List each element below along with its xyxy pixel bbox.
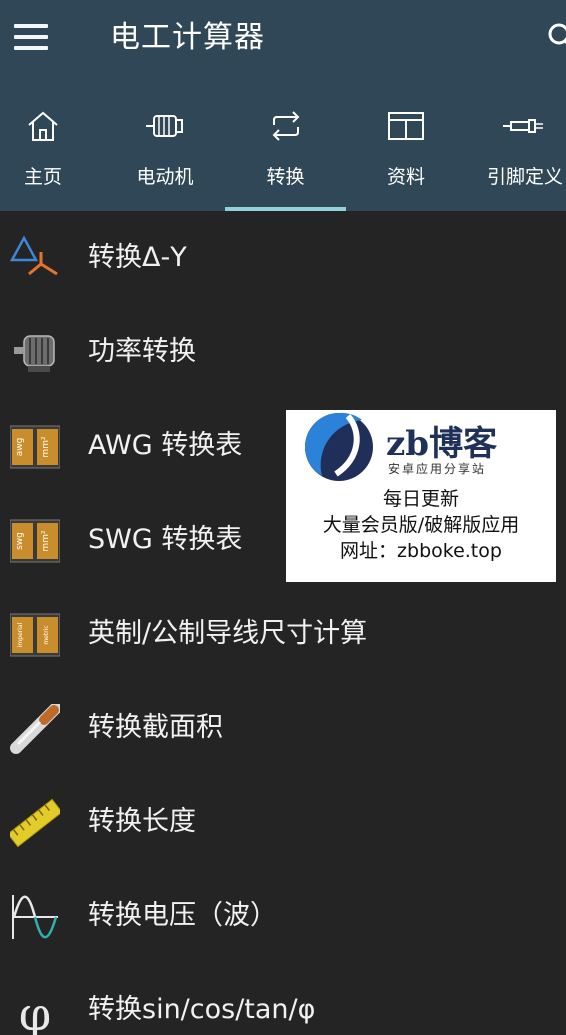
icon-text-mm2: mm² — [41, 530, 51, 552]
icon-text-awg: awg — [15, 438, 25, 457]
icon-text-metric: metric — [43, 625, 50, 644]
ruler-icon — [10, 798, 60, 848]
home-icon — [28, 111, 58, 141]
list-item-power[interactable]: 功率转换 — [0, 305, 566, 399]
list-item-label: SWG 转换表 — [88, 524, 243, 555]
sine-wave-icon — [12, 895, 58, 939]
list-item-trig[interactable]: φ 转换sin/cos/tan/φ — [0, 963, 566, 1035]
swg-mm2-icon: swg mm² — [10, 519, 60, 563]
tab-label: 电动机 — [136, 166, 194, 188]
ad-subtitle: 安卓应用分享站 — [388, 462, 487, 476]
awg-mm2-icon: awg mm² — [10, 425, 60, 469]
motor-icon — [146, 115, 183, 137]
list-item-label: 转换电压（波） — [88, 900, 277, 931]
list-item-imperial-metric[interactable]: imperial metric 英制/公制导线尺寸计算 — [0, 587, 566, 681]
list-item-label: 转换截面积 — [88, 712, 223, 743]
phi-icon: φ — [19, 987, 51, 1035]
tab-convert[interactable]: 转换 — [225, 100, 346, 211]
list-item-label: 转换长度 — [88, 806, 196, 837]
list-item-label: 英制/公制导线尺寸计算 — [88, 618, 368, 649]
list-item-delta-star[interactable]: 转换Δ-Y — [0, 211, 566, 305]
list-item-label: 转换sin/cos/tan/φ — [88, 994, 316, 1025]
list-item-cross-section[interactable]: 转换截面积 — [0, 681, 566, 775]
connector-icon — [503, 119, 543, 133]
logo-icon — [305, 412, 373, 481]
ad-line-1: 每日更新 — [382, 488, 459, 510]
ad-brand: zb博客 — [386, 424, 498, 464]
tab-bar: 主页 电动机 转换 资料 引脚定义 — [0, 100, 566, 211]
icon-text-swg: swg — [15, 532, 25, 550]
tab-home[interactable]: 主页 — [0, 100, 86, 211]
watermark-ad-overlay: zb博客 安卓应用分享站 每日更新 大量会员版/破解版应用 网址：zbboke.… — [286, 410, 556, 582]
tab-reference[interactable]: 资料 — [360, 100, 452, 211]
list-item-label: 转换Δ-Y — [88, 242, 187, 273]
search-icon[interactable] — [546, 22, 566, 52]
app-title: 电工计算器 — [110, 20, 265, 55]
list-item-length[interactable]: 转换长度 — [0, 775, 566, 869]
ad-line-3: 网址：zbboke.top — [340, 540, 502, 562]
ad-line-2: 大量会员版/破解版应用 — [322, 514, 520, 536]
motor-photo-icon — [14, 335, 55, 372]
tab-label: 主页 — [23, 166, 62, 188]
cable-icon — [10, 704, 60, 754]
imperial-metric-icon: imperial metric — [10, 613, 60, 657]
tab-motor[interactable]: 电动机 — [113, 100, 217, 211]
tab-label: 转换 — [266, 166, 305, 188]
list-item-voltage-wave[interactable]: 转换电压（波） — [0, 869, 566, 963]
tab-label: 引脚定义 — [487, 166, 564, 188]
hamburger-menu-icon[interactable] — [14, 24, 48, 50]
list-item-label: 功率转换 — [88, 336, 196, 367]
delta-star-icon — [10, 235, 58, 276]
book-icon — [388, 112, 424, 140]
phi-glyph: φ — [19, 987, 51, 1035]
convert-icon — [272, 111, 299, 141]
app-bar: 电工计算器 主页 电动机 转换 资料 引脚定义 — [0, 0, 566, 211]
icon-text-mm2: mm² — [41, 436, 51, 458]
tab-label: 资料 — [386, 166, 425, 188]
tab-pinout[interactable]: 引脚定义 — [480, 100, 566, 211]
icon-text-imperial: imperial — [17, 622, 24, 647]
list-item-label: AWG 转换表 — [88, 430, 243, 461]
